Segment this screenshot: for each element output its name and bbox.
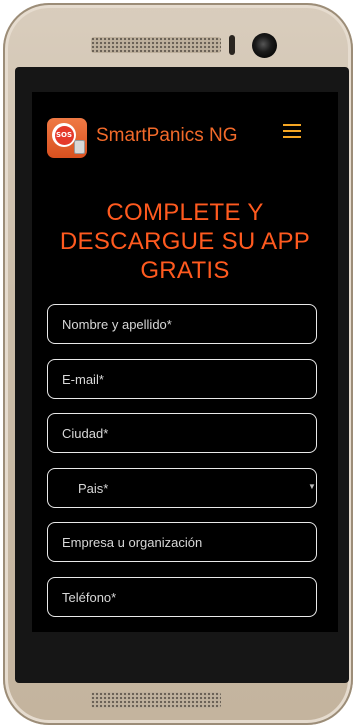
mobile-phone-icon (74, 140, 85, 154)
earpiece-speaker (91, 37, 221, 53)
app-screen: SOS SmartPanics NG COMPLETE Y DESCARGUE … (32, 92, 338, 632)
country-select[interactable]: Pais* ▼ (47, 468, 317, 508)
email-field[interactable]: E-mail* (47, 359, 317, 399)
sos-logo-text: SOS (54, 125, 74, 145)
heading-line-1: COMPLETE Y (106, 199, 264, 226)
company-field[interactable]: Empresa u organización (47, 522, 317, 562)
name-field[interactable]: Nombre y apellido* (47, 304, 317, 344)
proximity-sensor (229, 35, 235, 55)
company-placeholder: Empresa u organización (62, 535, 203, 550)
city-placeholder: Ciudad* (62, 426, 109, 441)
bottom-speaker (91, 692, 221, 708)
chevron-down-icon: ▼ (308, 482, 316, 491)
heading-line-3: GRATIS (140, 257, 230, 284)
country-selected-value: Pais* (78, 481, 109, 496)
phone-placeholder: Teléfono* (62, 590, 117, 605)
page-heading: COMPLETE Y DESCARGUE SU APP GRATIS (32, 198, 338, 285)
sos-badge-icon: SOS (52, 123, 76, 147)
brand-name[interactable]: SmartPanics NG (96, 125, 237, 147)
name-placeholder: Nombre y apellido* (62, 317, 172, 332)
hamburger-menu-icon[interactable] (283, 124, 301, 138)
heading-line-2: DESCARGUE SU APP (59, 228, 311, 255)
phone-field[interactable]: Teléfono* (47, 577, 317, 617)
city-field[interactable]: Ciudad* (47, 413, 317, 453)
app-logo[interactable]: SOS (47, 118, 87, 158)
email-placeholder: E-mail* (62, 372, 104, 387)
front-camera (252, 33, 277, 58)
